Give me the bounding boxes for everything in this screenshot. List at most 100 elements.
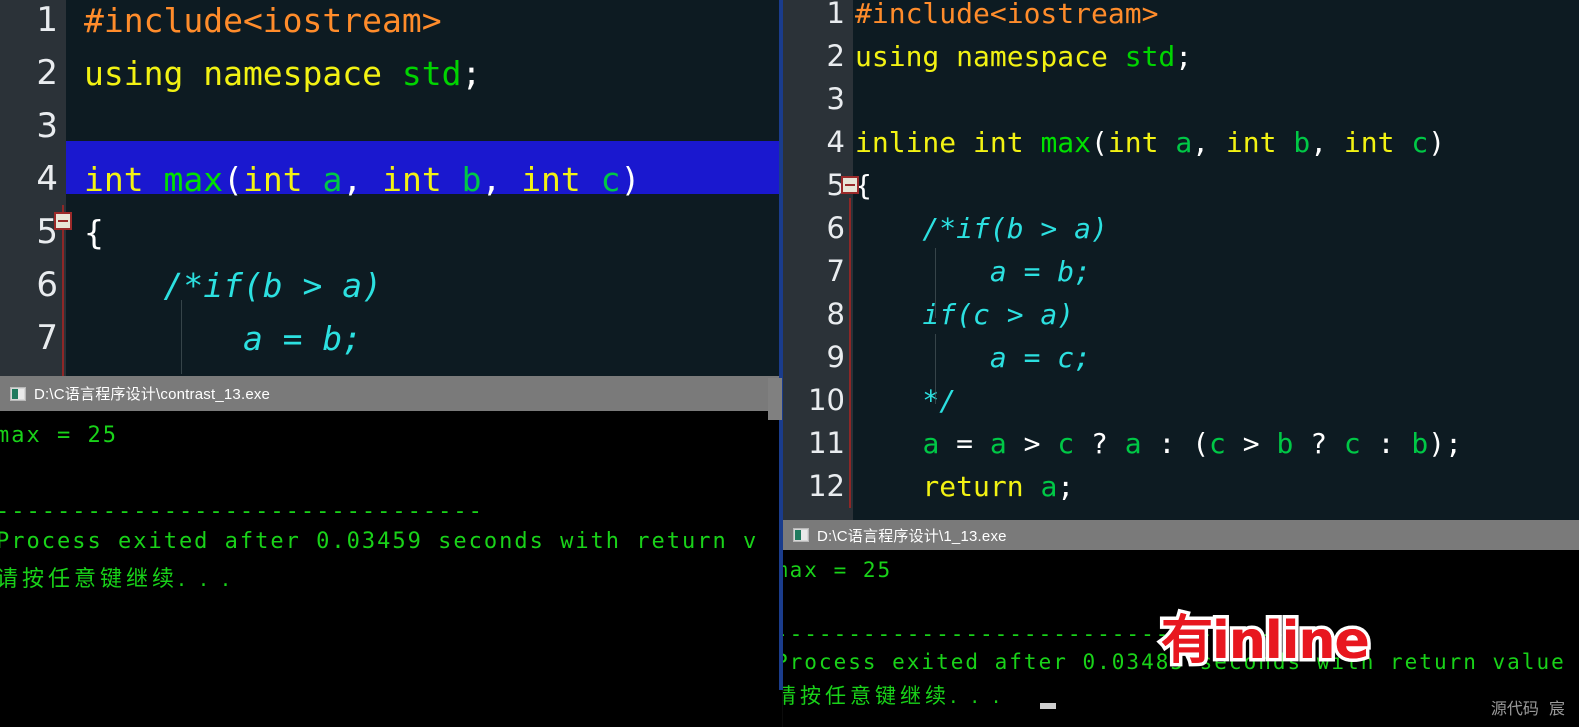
code-line[interactable]: a = a > c ? a : (c > b ? c : b); xyxy=(855,422,1579,465)
code-token: #include<iostream> xyxy=(855,0,1159,30)
code-token: inline int xyxy=(855,126,1041,159)
fold-range-line-right xyxy=(849,198,851,508)
fold-range-line-left xyxy=(62,205,64,385)
code-token: using namespace xyxy=(84,54,402,93)
console-titlebar-right[interactable]: D:\C语言程序设计\1_13.exe xyxy=(783,520,1579,550)
code-token: int xyxy=(521,160,601,199)
console-window-with-inline[interactable]: D:\C语言程序设计\1_13.exe max = 25 -----------… xyxy=(783,520,1579,727)
code-token: a = b; xyxy=(855,255,1092,288)
annotation-with-inline-fill: 有inline xyxy=(1161,611,1370,671)
watermark: 源代码 宸 xyxy=(1490,699,1565,718)
code-token: using namespace xyxy=(855,40,1125,73)
console-line: max = 25 xyxy=(783,558,893,582)
code-token: { xyxy=(84,213,104,252)
code-line[interactable]: a = c; xyxy=(855,336,1579,379)
code-token: int xyxy=(84,160,164,199)
code-token: b xyxy=(461,160,482,199)
code-token: = xyxy=(939,427,990,460)
console-titlebar-left[interactable]: D:\C语言程序设计\contrast_13.exe xyxy=(0,376,782,411)
code-token: a xyxy=(1040,470,1058,503)
code-token: int xyxy=(1107,126,1176,159)
code-line[interactable]: using namespace std; xyxy=(855,35,1579,78)
code-token: , xyxy=(1310,126,1344,159)
code-line[interactable]: if(c > a) xyxy=(855,293,1579,336)
code-token: int xyxy=(1225,126,1294,159)
code-token: ); xyxy=(1428,427,1462,460)
code-token: a xyxy=(989,427,1007,460)
console-title-text: D:\C语言程序设计\contrast_13.exe xyxy=(34,386,271,403)
console-line: -------------------------------- xyxy=(0,499,484,524)
console-cursor xyxy=(1040,703,1056,709)
code-token: max xyxy=(1040,126,1092,159)
code-line[interactable]: /*if(b > a) xyxy=(84,259,782,312)
code-line[interactable]: return a; xyxy=(855,465,1579,508)
code-token: ? xyxy=(1293,427,1344,460)
code-token: #include<iostream> xyxy=(84,1,442,40)
console-line: max = 25 xyxy=(0,423,118,448)
code-token: : xyxy=(1141,427,1193,460)
code-line[interactable]: { xyxy=(84,206,782,259)
code-token: b xyxy=(1411,427,1429,460)
console-output-left: max = 25 -------------------------------… xyxy=(0,411,782,727)
code-token: /*if(b > a) xyxy=(855,212,1108,245)
code-token: ; xyxy=(461,54,482,93)
code-token: c xyxy=(1057,427,1075,460)
code-line[interactable]: int max(int a, int b, int c) xyxy=(84,153,782,206)
annotation-with-inline: 有inline 有inline xyxy=(1158,598,1374,675)
code-token: a xyxy=(922,427,940,460)
code-token: a xyxy=(322,160,343,199)
code-token: c xyxy=(1411,126,1429,159)
code-line[interactable]: a = b; xyxy=(84,312,782,365)
code-line[interactable]: a = b; xyxy=(855,250,1579,293)
console-window-icon xyxy=(793,528,809,542)
code-line[interactable]: */ xyxy=(855,379,1579,422)
code-token: a xyxy=(1175,126,1193,159)
console-line: Process exited after 0.03459 seconds wit… xyxy=(0,529,759,554)
code-token: return xyxy=(855,470,1041,503)
fold-collapse-icon-left[interactable] xyxy=(54,212,72,230)
code-line[interactable]: #include<iostream> xyxy=(855,0,1579,35)
code-token: ) xyxy=(620,160,641,199)
code-line[interactable]: { xyxy=(855,164,1579,207)
code-line[interactable]: #include<iostream> xyxy=(84,0,782,47)
code-token: std xyxy=(401,54,462,93)
code-token: c xyxy=(600,160,621,199)
code-token: */ xyxy=(855,384,957,417)
code-line[interactable]: /*if(b > a) xyxy=(855,207,1579,250)
code-token: > xyxy=(1225,427,1277,460)
code-token: c xyxy=(1209,427,1226,460)
code-token: int xyxy=(382,160,462,199)
code-token: ; xyxy=(1175,40,1193,73)
code-token: if(c > a) xyxy=(855,298,1075,331)
code-line[interactable]: using namespace std; xyxy=(84,47,782,100)
code-token: , xyxy=(481,160,522,199)
code-token: int xyxy=(1343,126,1412,159)
code-token: b xyxy=(1293,126,1311,159)
fold-collapse-icon-right[interactable] xyxy=(841,176,859,194)
code-token: a xyxy=(1124,427,1142,460)
code-token: > xyxy=(1006,427,1058,460)
console-window-no-inline[interactable]: D:\C语言程序设计\contrast_13.exe max = 25 ----… xyxy=(0,376,782,727)
screenshot-root: 12345678 #include<iostream>using namespa… xyxy=(0,0,1579,727)
code-token: ( xyxy=(223,160,243,199)
code-token: : xyxy=(1360,427,1412,460)
console-title-text: D:\C语言程序设计\1_13.exe xyxy=(817,527,1007,545)
code-token: , xyxy=(1192,126,1226,159)
code-token: /*if(b > a) xyxy=(84,266,383,305)
code-token: b xyxy=(1276,427,1294,460)
code-token: int xyxy=(242,160,323,199)
code-token: , xyxy=(342,160,383,199)
code-token: max xyxy=(163,160,224,199)
code-token: c xyxy=(1343,427,1361,460)
code-token: std xyxy=(1124,40,1176,73)
indent-guide-right xyxy=(935,248,936,318)
code-line[interactable] xyxy=(855,78,1579,121)
code-token: ( xyxy=(1091,126,1108,159)
indent-guide-left xyxy=(181,300,182,374)
code-line[interactable]: inline int max(int a, int b, int c) xyxy=(855,121,1579,164)
code-token: ) xyxy=(1428,126,1446,159)
code-token: ? xyxy=(1074,427,1125,460)
code-token: ; xyxy=(1057,470,1075,503)
editor-scrollbar-thumb-left[interactable] xyxy=(768,378,782,420)
code-line[interactable] xyxy=(84,100,782,153)
